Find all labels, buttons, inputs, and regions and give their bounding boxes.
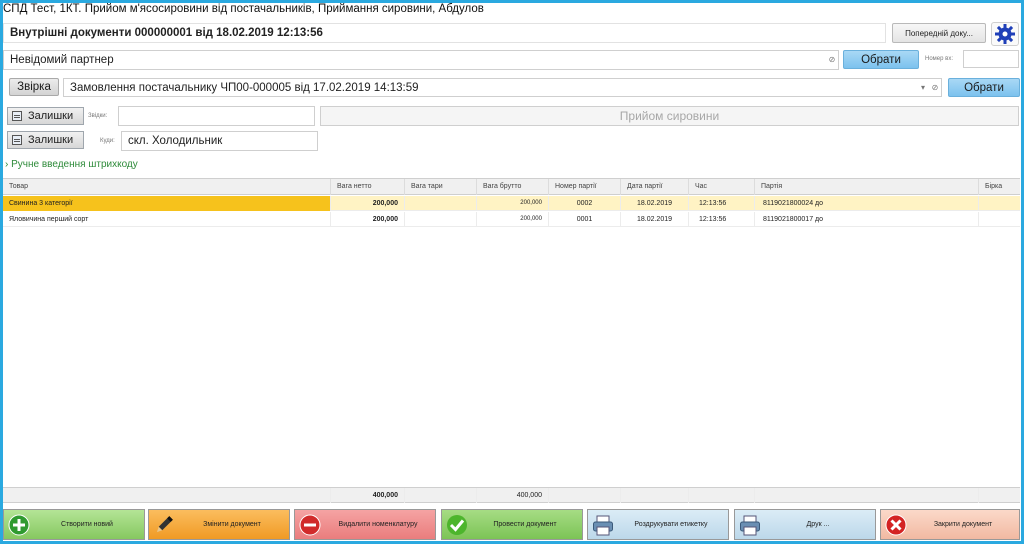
partner-field[interactable]: Невідомий партнер xyxy=(3,50,839,70)
operation-label: Прийом сировини xyxy=(619,109,720,123)
manual-barcode-label: Ручне введення штрихкоду xyxy=(11,159,138,170)
window-title: СПД Тест, 1КТ. Прийом м'ясосировини від … xyxy=(3,3,484,15)
cell-gross-weight: 200,000 xyxy=(477,196,549,211)
manual-barcode-link[interactable]: › Ручне введення штрихкоду xyxy=(5,159,138,170)
create-new-label: Створити новий xyxy=(61,521,113,528)
cell-gross-weight: 200,000 xyxy=(477,212,549,227)
totals-spacer xyxy=(405,488,477,503)
close-document-button[interactable]: Закрити документ xyxy=(880,509,1020,540)
print-label-label: Роздрукувати етикетку xyxy=(634,521,708,528)
edit-document-button[interactable]: Змінити документ xyxy=(148,509,290,540)
print-button[interactable]: Друк ... xyxy=(734,509,876,540)
totals-spacer xyxy=(549,488,621,503)
column-header-gross[interactable]: Вага брутто xyxy=(477,179,549,195)
from-stock-button[interactable]: Залишки xyxy=(7,107,84,125)
document-icon xyxy=(12,111,22,121)
cell-batch: 8119021800017 до xyxy=(755,212,979,227)
from-stock-label: Залишки xyxy=(28,110,74,122)
edit-document-label: Змінити документ xyxy=(203,521,261,528)
total-net-weight: 400,000 xyxy=(331,488,405,503)
cell-batch-date: 18.02.2019 xyxy=(621,196,689,211)
delete-item-label: Видалити номенклатуру xyxy=(338,521,418,528)
operation-banner: Прийом сировини xyxy=(320,106,1019,126)
column-header-batch[interactable]: Партія xyxy=(755,179,979,195)
gear-icon xyxy=(995,24,1015,44)
order-select-button[interactable]: Обрати xyxy=(948,78,1020,97)
close-document-label: Закрити документ xyxy=(933,521,993,528)
cell-batch-number: 0002 xyxy=(549,196,621,211)
partner-select-label: Обрати xyxy=(861,53,901,66)
document-title: Внутрішні документи 000000001 від 18.02.… xyxy=(3,23,886,43)
to-stock-button[interactable]: Залишки xyxy=(7,131,84,149)
column-header-batch-number[interactable]: Номер партії xyxy=(549,179,621,195)
print-label-button[interactable]: Роздрукувати етикетку xyxy=(587,509,729,540)
to-label: Куди: xyxy=(100,138,115,144)
order-select-label: Обрати xyxy=(964,81,1004,94)
close-icon xyxy=(885,514,907,536)
totals-spacer xyxy=(755,488,979,503)
table-row[interactable]: Свинина 3 категорії 200,000 200,000 0002… xyxy=(3,196,1020,211)
cell-time: 12:13:56 xyxy=(689,212,755,227)
print-label: Друк ... xyxy=(806,521,830,528)
table-row[interactable]: Яловичина перший сорт 200,000 200,000 00… xyxy=(3,212,1020,227)
previous-document-button[interactable]: Попередній доку... xyxy=(892,23,986,43)
cell-net-weight: 200,000 xyxy=(331,196,405,211)
to-value: скл. Холодильник xyxy=(128,135,223,147)
totals-spacer xyxy=(3,488,331,503)
checkmark-icon xyxy=(446,514,468,536)
cell-batch: 8119021800024 до xyxy=(755,196,979,211)
pencil-icon xyxy=(153,514,175,536)
delete-item-button[interactable]: Видалити номенклатуру xyxy=(294,509,436,540)
cell-tag xyxy=(979,212,1020,227)
create-new-button[interactable]: Створити новий xyxy=(3,509,145,540)
partner-value: Невідомий партнер xyxy=(10,54,114,66)
cell-tag xyxy=(979,196,1020,211)
document-icon xyxy=(12,135,22,145)
incoming-number-label: Номер вх: xyxy=(925,56,953,62)
dropdown-arrow-icon[interactable]: ▾ xyxy=(918,83,928,93)
from-label: Звідки: xyxy=(88,113,108,119)
cell-time: 12:13:56 xyxy=(689,196,755,211)
totals-spacer xyxy=(689,488,755,503)
printer-icon xyxy=(592,514,614,536)
settings-button[interactable] xyxy=(991,22,1019,46)
column-header-tag[interactable]: Бірка xyxy=(979,179,1020,195)
plus-circle-icon xyxy=(8,514,30,536)
open-link-icon[interactable]: ⊘ xyxy=(930,83,940,93)
post-document-button[interactable]: Провести документ xyxy=(441,509,583,540)
previous-document-label: Попередній доку... xyxy=(905,28,973,38)
cell-batch-number: 0001 xyxy=(549,212,621,227)
total-gross-weight: 400,000 xyxy=(477,488,549,503)
cell-tare-weight xyxy=(405,196,477,211)
printer-icon xyxy=(739,514,761,536)
column-header-batch-date[interactable]: Дата партії xyxy=(621,179,689,195)
document-title-text: Внутрішні документи 000000001 від 18.02.… xyxy=(10,27,323,39)
reconcile-button[interactable]: Звірка xyxy=(9,78,59,96)
column-header-tare[interactable]: Вага тари xyxy=(405,179,477,195)
to-stock-label: Залишки xyxy=(28,134,74,146)
cell-product: Свинина 3 категорії xyxy=(3,196,331,211)
reconcile-label: Звірка xyxy=(17,81,51,93)
from-field[interactable] xyxy=(118,106,315,126)
open-link-icon[interactable]: ⊘ xyxy=(827,55,837,65)
table-header: Товар Вага нетто Вага тари Вага брутто Н… xyxy=(3,179,1020,195)
totals-spacer xyxy=(621,488,689,503)
cell-tare-weight xyxy=(405,212,477,227)
to-field[interactable]: скл. Холодильник xyxy=(121,131,318,151)
table-totals-row: 400,000 400,000 xyxy=(3,487,1020,503)
order-field[interactable]: Замовлення постачальнику ЧП00-000005 від… xyxy=(63,78,942,97)
chevron-right-icon: › xyxy=(5,159,9,170)
cell-product: Яловичина перший сорт xyxy=(3,212,331,227)
incoming-number-input[interactable] xyxy=(963,50,1019,68)
cell-batch-date: 18.02.2019 xyxy=(621,212,689,227)
partner-select-button[interactable]: Обрати xyxy=(843,50,919,69)
cell-net-weight: 200,000 xyxy=(331,212,405,227)
column-header-time[interactable]: Час xyxy=(689,179,755,195)
minus-circle-icon xyxy=(299,514,321,536)
post-document-label: Провести документ xyxy=(493,521,557,528)
items-table: Товар Вага нетто Вага тари Вага брутто Н… xyxy=(3,178,1020,503)
order-value: Замовлення постачальнику ЧП00-000005 від… xyxy=(70,82,419,94)
column-header-net[interactable]: Вага нетто xyxy=(331,179,405,195)
column-header-product[interactable]: Товар xyxy=(3,179,331,195)
